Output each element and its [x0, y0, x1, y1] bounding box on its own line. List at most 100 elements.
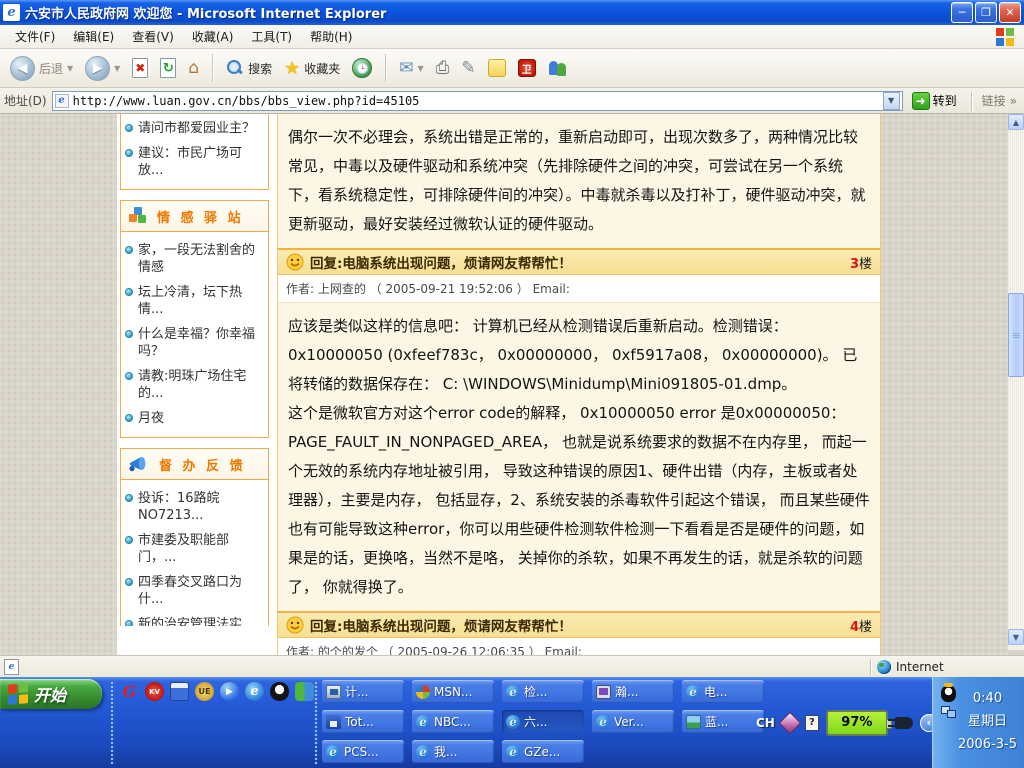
taskbtn-computer[interactable]: 计...	[322, 680, 404, 703]
history-icon: 🕒	[352, 58, 372, 78]
floor-badge: 3楼	[850, 253, 872, 272]
taskbtn-ie-7[interactable]: eGZe...	[502, 740, 584, 763]
ie-quicklaunch-icon[interactable]: e	[245, 682, 264, 701]
sidebar-link[interactable]: 请教:明珠广场住宅的...	[125, 364, 264, 406]
back-button[interactable]: ◀ 后退 ▼	[6, 54, 77, 83]
computer-icon	[326, 685, 341, 699]
taskbtn-msn[interactable]: MSN...	[412, 680, 494, 703]
floppy-save-icon[interactable]	[170, 682, 189, 701]
menu-view[interactable]: 查看(V)	[123, 25, 183, 48]
taskbtn-ie-6[interactable]: e我...	[412, 740, 494, 763]
favorites-button[interactable]: ★ 收藏夹	[280, 56, 344, 81]
forward-button[interactable]: ▶ ▼	[81, 54, 124, 83]
clock-weekday: 星期日	[958, 710, 1017, 733]
taskbtn-ie-1[interactable]: e检...	[502, 680, 584, 703]
clock-panel: 0:40 星期日 2006-3-5	[932, 677, 1024, 768]
sidebar-link[interactable]: 建议：市民广场可放...	[125, 141, 264, 183]
taskbar: 开始 G KV UE ▶ e 计... MSN... e检... 瀚... e电…	[0, 677, 1024, 768]
ultraedit-icon[interactable]: UE	[195, 682, 214, 701]
security-shield-icon: 卫	[518, 59, 536, 77]
sidebar-link[interactable]: 新的治安管理法实施...	[125, 612, 264, 626]
links-bar[interactable]: 链接 »	[982, 92, 1020, 109]
sidebar-link[interactable]: 家，一段无法割舍的情感	[125, 238, 264, 280]
history-button[interactable]: 🕒	[348, 56, 376, 80]
address-input[interactable]	[73, 94, 879, 108]
sidebar-link[interactable]: 四季春交叉路口为什...	[125, 570, 264, 612]
sidebar-link[interactable]: 请问市都爱园业主？	[125, 116, 264, 141]
address-dropdown-icon[interactable]: ▼	[883, 92, 900, 110]
home-button[interactable]: ⌂	[184, 58, 203, 79]
discuss-button[interactable]	[484, 57, 510, 79]
address-label: 地址(D)	[4, 92, 47, 109]
stop-button[interactable]: ✖	[128, 56, 152, 80]
links-chevron-icon[interactable]: »	[1010, 94, 1017, 108]
page-left-margin	[0, 114, 117, 655]
go-button[interactable]: ➜ 转到	[908, 91, 961, 111]
taskbtn-luan-active[interactable]: e六...	[502, 710, 584, 733]
vertical-scrollbar[interactable]: ▲ ▼	[1008, 114, 1024, 650]
flashget-icon[interactable]: G	[120, 682, 139, 701]
menu-file[interactable]: 文件(F)	[6, 25, 64, 48]
taskband-handle[interactable]	[314, 681, 319, 765]
taskbtn-ie-5[interactable]: ePCS...	[322, 740, 404, 763]
bullet-icon	[125, 124, 133, 132]
taskbtn-app[interactable]: 瀚...	[592, 680, 674, 703]
battery-indicator[interactable]: 97%	[826, 710, 888, 736]
print-button[interactable]: ⎙	[432, 58, 454, 79]
media-player-icon[interactable]: ▶	[220, 682, 239, 701]
mail-button[interactable]: ✉ ▼	[395, 58, 427, 79]
qq-icon[interactable]	[270, 682, 289, 701]
clock-date: 2006-3-5	[958, 733, 1017, 756]
taskbtn-total-commander[interactable]: Tot...	[322, 710, 404, 733]
reply-body-text: 应该是类似这样的信息吧： 计算机已经从检测错误后重新启动。检测错误： 0x100…	[278, 303, 880, 611]
start-button[interactable]: 开始	[0, 679, 102, 709]
menu-tools[interactable]: 工具(T)	[242, 25, 301, 48]
sidebar-link[interactable]: 坛上冷清，坛下热情...	[125, 280, 264, 322]
ime-pen-icon[interactable]	[779, 711, 802, 734]
menu-help[interactable]: 帮助(H)	[301, 25, 361, 48]
scrollbar-thumb[interactable]	[1008, 293, 1024, 377]
ie-icon: e	[506, 715, 520, 729]
forward-dropdown-icon[interactable]: ▼	[114, 64, 120, 73]
taskbtn-ie-3[interactable]: eNBC...	[412, 710, 494, 733]
security-plugin-button[interactable]: 卫	[514, 57, 540, 79]
quicklaunch-handle[interactable]	[110, 681, 115, 765]
scroll-up-icon[interactable]: ▲	[1008, 114, 1024, 130]
messenger-quicklaunch-icon[interactable]	[295, 682, 314, 701]
menu-favorites[interactable]: 收藏(A)	[183, 25, 243, 48]
ime-softkeyboard-icon[interactable]: ?	[805, 715, 819, 731]
ac-power-icon[interactable]	[895, 717, 913, 729]
print-icon: ⎙	[436, 60, 450, 77]
minimize-button[interactable]: ─	[951, 2, 973, 23]
sidebar-link[interactable]: 投诉：16路皖NO7213...	[125, 486, 264, 528]
ie-icon: e	[416, 715, 430, 729]
messenger-button[interactable]	[544, 57, 572, 79]
menu-edit[interactable]: 编辑(E)	[64, 25, 123, 48]
scroll-down-icon[interactable]: ▼	[1008, 629, 1024, 645]
taskbtn-ie-2[interactable]: e电...	[682, 680, 764, 703]
taskbtn-image[interactable]: 蓝...	[682, 710, 764, 733]
messenger-icon	[548, 59, 568, 77]
sidebar-box-top: 请问市都爱园业主？ 建议：市民广场可放...	[120, 114, 269, 190]
sidebar-link[interactable]: 市建委及职能部门，...	[125, 528, 264, 570]
taskbtn-ie-4[interactable]: eVer...	[592, 710, 674, 733]
language-indicator[interactable]: CH	[756, 716, 775, 730]
qq-tray-icon[interactable]	[941, 685, 956, 702]
sidebar-link[interactable]: 什么是幸福？你幸福吗？	[125, 322, 264, 364]
section-title: 情 感 驿 站	[157, 207, 244, 226]
close-button[interactable]: ✕	[999, 2, 1021, 23]
sidebar-link[interactable]: 月夜	[125, 406, 264, 431]
clock-time: 0:40	[958, 687, 1017, 710]
clock[interactable]: 0:40 星期日 2006-3-5	[958, 687, 1017, 756]
antivirus-icon[interactable]: KV	[145, 682, 164, 701]
post-body-text: 偶尔一次不必理会，系统出错是正常的，重新启动即可，出现次数多了，两种情况比较常见…	[278, 114, 880, 248]
ie-icon: e	[416, 745, 430, 759]
back-dropdown-icon[interactable]: ▼	[67, 64, 73, 73]
search-button[interactable]: 搜索	[222, 57, 276, 79]
network-tray-icon[interactable]	[941, 706, 957, 718]
floor-badge: 4楼	[850, 616, 872, 635]
ie-icon: e	[596, 715, 610, 729]
restore-button[interactable]: ❐	[975, 2, 997, 23]
refresh-button[interactable]: ↻	[156, 56, 180, 80]
edit-button[interactable]: ✎	[457, 58, 479, 79]
